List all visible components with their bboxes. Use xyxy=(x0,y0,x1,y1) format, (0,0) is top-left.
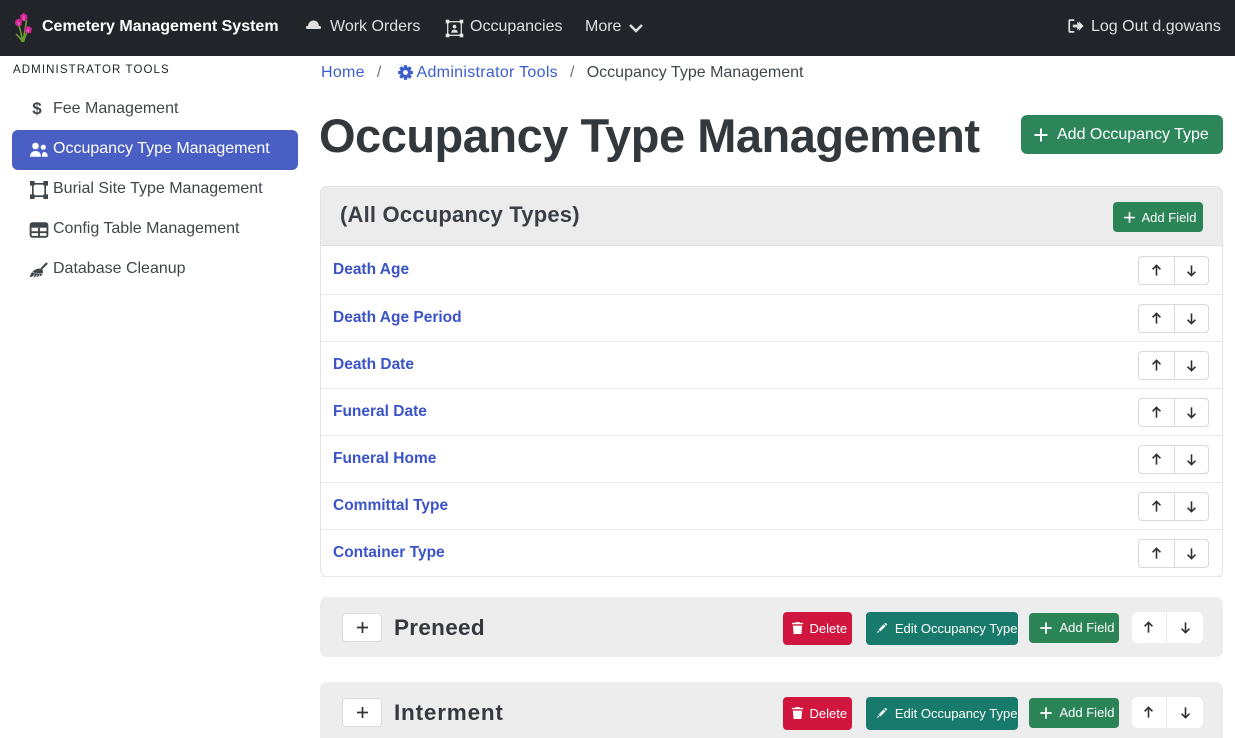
svg-text:$: $ xyxy=(32,100,42,118)
